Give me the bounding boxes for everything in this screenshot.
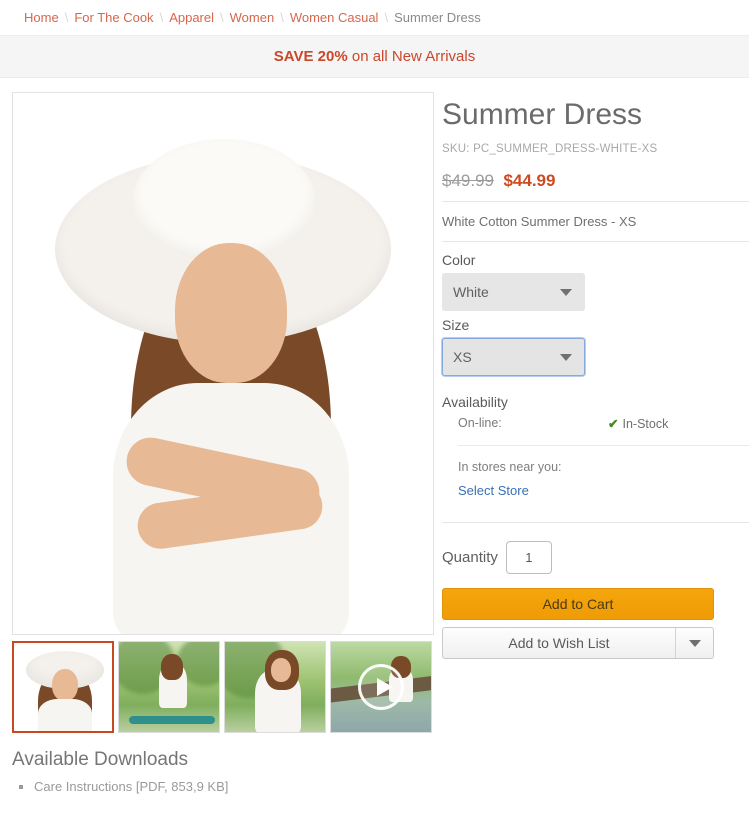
quantity-row: Quantity [442, 541, 749, 574]
quantity-label: Quantity [442, 549, 498, 566]
size-select-value: XS [453, 349, 472, 365]
chevron-down-icon [560, 354, 572, 361]
current-price: $44.99 [503, 171, 556, 190]
divider-description [442, 241, 749, 242]
breadcrumb-separator: \ [280, 10, 284, 25]
list-item: Care Instructions [PDF, 853,9 KB] [34, 779, 749, 794]
old-price: $49.99 [442, 171, 494, 190]
product-content: Summer Dress SKU: PC_SUMMER_DRESS-WHITE-… [0, 78, 749, 733]
add-to-wish-list-group[interactable]: Add to Wish List [442, 627, 714, 659]
price-block: $49.99 $44.99 [442, 171, 749, 191]
promo-rest-text: on all New Arrivals [347, 48, 476, 65]
select-store-link[interactable]: Select Store [442, 483, 529, 498]
downloads-list: Care Instructions [PDF, 853,9 KB] [12, 779, 749, 794]
breadcrumb-separator: \ [220, 10, 224, 25]
thumbnail-photo-3 [225, 642, 325, 732]
availability-online-row: On-line: ✔ In-Stock [442, 416, 749, 431]
short-description: White Cotton Summer Dress - XS [442, 214, 637, 229]
breadcrumb-item-women-casual[interactable]: Women Casual [290, 10, 379, 25]
color-select[interactable]: White [442, 273, 585, 311]
chevron-down-icon [560, 289, 572, 296]
sku-value: PC_SUMMER_DRESS-WHITE-XS [473, 143, 658, 155]
availability-online-label: On-line: [458, 416, 502, 430]
downloads-heading: Available Downloads [12, 749, 189, 770]
size-label: Size [442, 317, 470, 333]
available-downloads-section: Available Downloads Care Instructions [P… [0, 733, 749, 794]
sku: SKU: PC_SUMMER_DRESS-WHITE-XS [442, 143, 749, 155]
divider-availability [458, 445, 749, 446]
sku-label: SKU: [442, 143, 470, 155]
check-icon: ✔ [608, 417, 619, 431]
play-icon[interactable] [358, 664, 404, 710]
add-to-cart-button[interactable]: Add to Cart [442, 588, 714, 620]
thumbnail-strip [12, 641, 434, 733]
promo-bold-text: SAVE 20% [273, 48, 348, 65]
promo-banner: SAVE 20% on all New Arrivals [0, 35, 749, 78]
stores-label: In stores near you: [458, 460, 562, 474]
page-title: Summer Dress [442, 98, 643, 131]
breadcrumb-item-summer-dress: Summer Dress [394, 10, 481, 25]
download-link[interactable]: Care Instructions [PDF, 853,9 KB] [34, 779, 228, 794]
size-select[interactable]: XS [442, 338, 585, 376]
breadcrumb-item-for-the-cook[interactable]: For The Cook [74, 10, 153, 25]
breadcrumb-item-apparel[interactable]: Apparel [169, 10, 214, 25]
main-product-image[interactable] [12, 92, 434, 635]
breadcrumb: Home \ For The Cook \ Apparel \ Women \ Women Ca… [0, 0, 749, 35]
divider-stores [442, 522, 749, 523]
product-gallery [0, 92, 436, 733]
breadcrumb-item-women[interactable]: Women [230, 10, 275, 25]
quantity-input[interactable] [505, 541, 552, 574]
breadcrumb-separator: \ [384, 10, 389, 25]
chevron-down-icon [688, 639, 701, 647]
divider-price [442, 201, 749, 202]
breadcrumb-item-home[interactable]: Home [24, 10, 59, 25]
add-to-wish-list-button[interactable]: Add to Wish List [443, 628, 675, 658]
product-photo-illustration [13, 93, 433, 634]
status-badge: ✔ In-Stock [608, 416, 668, 431]
thumbnail-2[interactable] [118, 641, 220, 733]
color-label: Color [442, 252, 476, 268]
availability-title: Availability [442, 394, 508, 410]
thumbnail-4[interactable] [330, 641, 432, 733]
thumbnail-1[interactable] [12, 641, 114, 733]
color-select-value: White [453, 284, 489, 300]
thumbnail-photo-2 [119, 642, 219, 732]
product-details: Summer Dress SKU: PC_SUMMER_DRESS-WHITE-… [436, 92, 749, 733]
breadcrumb-separator: \ [159, 10, 164, 25]
thumbnail-photo-1 [14, 643, 112, 731]
breadcrumb-separator: \ [64, 10, 69, 25]
wish-list-dropdown-toggle[interactable] [675, 628, 713, 658]
availability-online-status: In-Stock [622, 417, 669, 431]
thumbnail-3[interactable] [224, 641, 326, 733]
